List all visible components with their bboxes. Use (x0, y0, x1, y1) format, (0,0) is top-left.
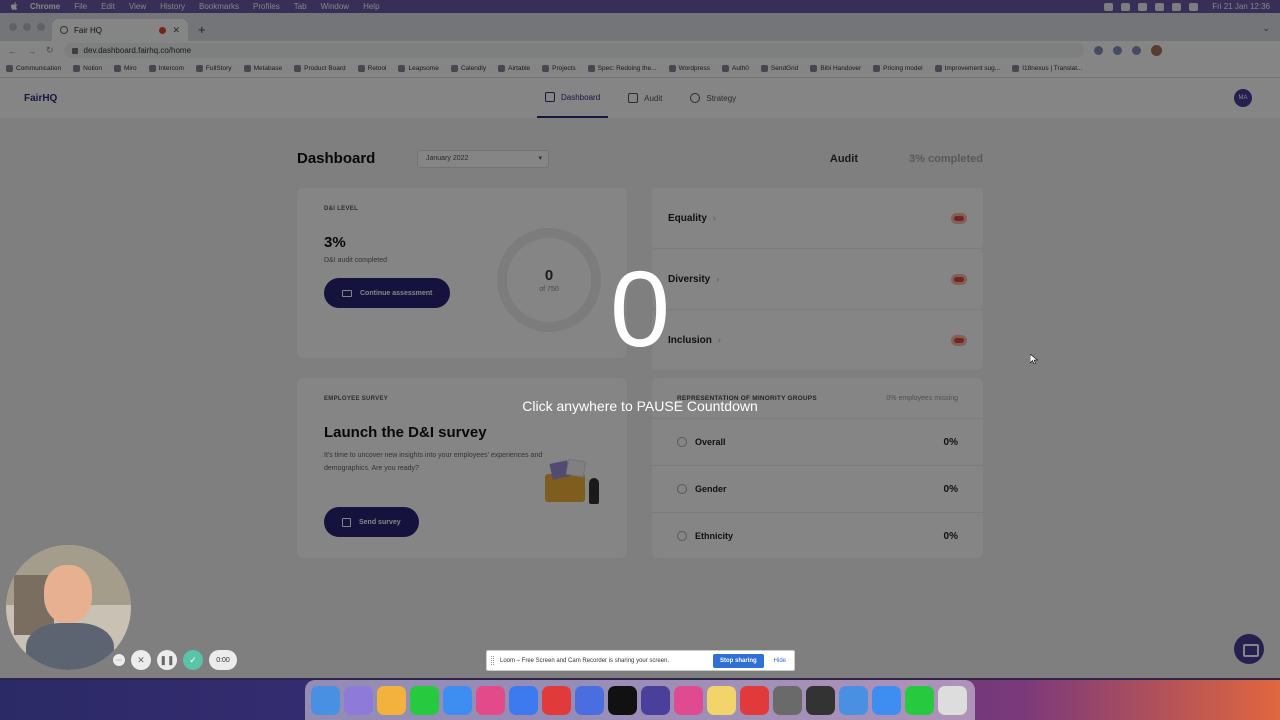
dock-app-icon[interactable] (872, 685, 901, 715)
dock-app-icon[interactable] (674, 685, 703, 715)
dock-app-icon[interactable] (839, 685, 868, 715)
dock-app-icon[interactable] (410, 685, 439, 715)
dock-app-icon[interactable] (575, 685, 604, 715)
webcam-face (44, 565, 92, 623)
more-options-icon[interactable]: ⋯ (113, 654, 125, 666)
dock-app-icon[interactable] (608, 685, 637, 715)
countdown-number[interactable]: 0 (0, 255, 1280, 363)
dock-app-icon[interactable] (443, 685, 472, 715)
pause-recording-button[interactable]: ❚❚ (157, 650, 177, 670)
dock-app-icon[interactable] (938, 685, 967, 715)
countdown-hint: Click anywhere to PAUSE Countdown (522, 398, 758, 414)
dock-app-icon[interactable] (905, 685, 934, 715)
loom-controls: ⋯ ✕ ❚❚ ✓ 0:00 (113, 650, 237, 670)
cancel-recording-button[interactable]: ✕ (131, 650, 151, 670)
dock-app-icon[interactable] (707, 685, 736, 715)
stop-sharing-button[interactable]: Stop sharing (712, 653, 764, 668)
dock-app-icon[interactable] (509, 685, 538, 715)
dock-app-icon[interactable] (773, 685, 802, 715)
recording-timer: 0:00 (209, 650, 237, 670)
sharing-message: Loom – Free Screen and Cam Recorder is s… (500, 657, 670, 664)
dock-app-icon[interactable] (641, 685, 670, 715)
dock-app-icon[interactable] (344, 685, 373, 715)
dock-app-icon[interactable] (476, 685, 505, 715)
dock-app-icon[interactable] (542, 685, 571, 715)
hide-sharing-bar-button[interactable]: Hide (770, 658, 790, 664)
mouse-cursor-icon (1030, 354, 1038, 364)
webcam-body (26, 623, 114, 670)
dock-app-icon[interactable] (377, 685, 406, 715)
dock-app-icon[interactable] (740, 685, 769, 715)
finish-recording-button[interactable]: ✓ (183, 650, 203, 670)
dock-app-icon[interactable] (311, 685, 340, 715)
drag-handle[interactable] (491, 656, 494, 665)
screen-sharing-bar: Loom – Free Screen and Cam Recorder is s… (486, 650, 795, 671)
mac-dock (305, 680, 975, 720)
dock-app-icon[interactable] (806, 685, 835, 715)
